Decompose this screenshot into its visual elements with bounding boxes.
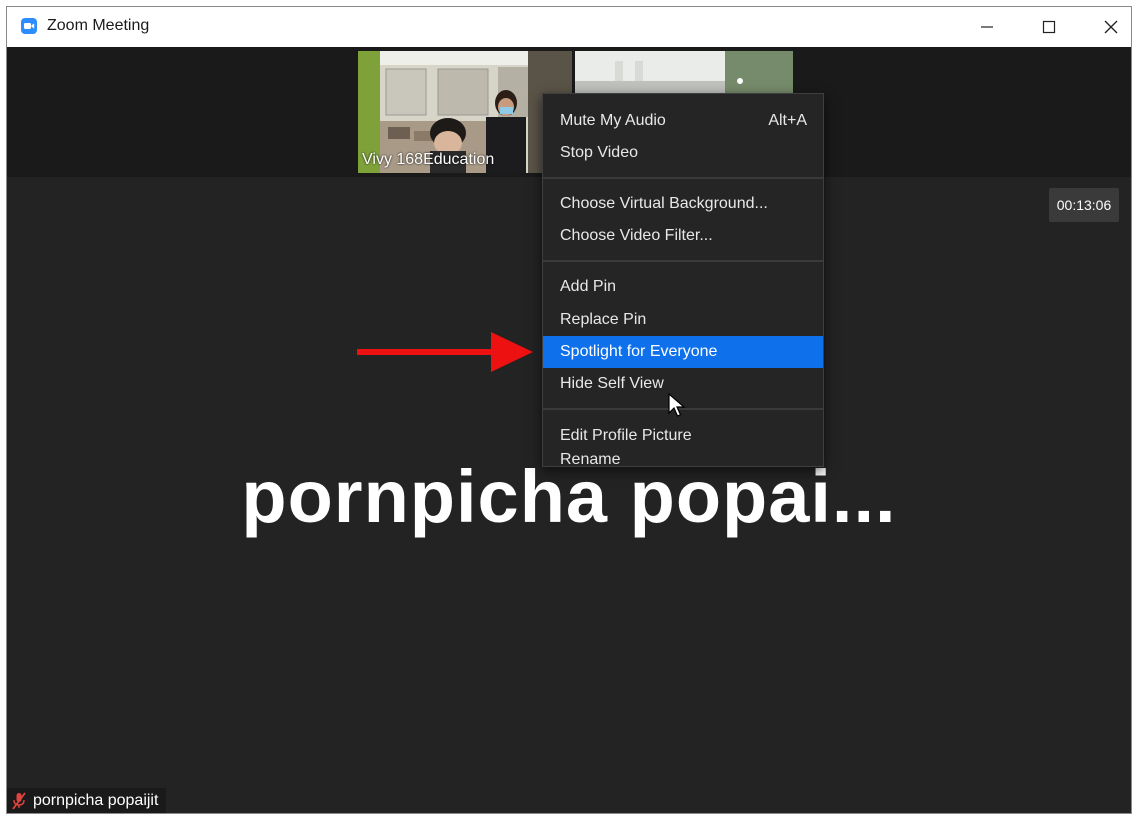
menu-item-label: Replace Pin xyxy=(560,311,647,328)
menu-item-label: Stop Video xyxy=(560,144,638,161)
participant-name-text: pornpicha popaijit xyxy=(33,791,159,809)
menu-item-label: Hide Self View xyxy=(560,375,664,392)
menu-item-mute-my-audio[interactable]: Mute My Audio Alt+A xyxy=(543,105,823,137)
menu-separator xyxy=(543,177,823,179)
participant-name: Vivy 168Education xyxy=(362,151,495,168)
maximize-button[interactable] xyxy=(1019,7,1079,47)
close-button[interactable] xyxy=(1081,7,1131,47)
menu-item-stop-video[interactable]: Stop Video xyxy=(543,137,823,169)
menu-item-label: Edit Profile Picture xyxy=(560,427,692,444)
menu-item-choose-virtual-background[interactable]: Choose Virtual Background... xyxy=(543,188,823,220)
minimize-button[interactable] xyxy=(957,7,1017,47)
menu-item-label: Choose Video Filter... xyxy=(560,227,713,244)
menu-item-label: Choose Virtual Background... xyxy=(560,195,768,212)
maximize-icon xyxy=(1042,20,1056,34)
menu-item-add-pin[interactable]: Add Pin xyxy=(543,271,823,303)
participant-name-label: pornpicha popaijit xyxy=(7,788,167,813)
muted-mic-icon xyxy=(12,791,26,810)
close-icon xyxy=(1104,20,1118,34)
menu-item-edit-profile-picture[interactable]: Edit Profile Picture xyxy=(543,420,823,452)
minimize-icon xyxy=(981,26,993,28)
zoom-camera-icon xyxy=(21,18,37,34)
menu-item-label: Mute My Audio xyxy=(560,112,666,129)
window-title: Zoom Meeting xyxy=(47,17,150,34)
menu-item-label: Add Pin xyxy=(560,278,617,295)
meeting-timer: 00:13:06 xyxy=(1049,188,1119,222)
video-thumbnail[interactable]: Vivy 168Education xyxy=(358,51,572,173)
menu-item-label: Spotlight for Everyone xyxy=(560,343,718,360)
mouse-cursor-icon xyxy=(668,393,686,417)
title-bar[interactable]: Zoom Meeting xyxy=(7,7,1131,47)
menu-item-choose-video-filter[interactable]: Choose Video Filter... xyxy=(543,220,823,252)
menu-item-shortcut: Alt+A xyxy=(768,112,807,129)
menu-item-label: Rename xyxy=(560,451,621,468)
menu-item-replace-pin[interactable]: Replace Pin xyxy=(543,304,823,336)
menu-item-spotlight-for-everyone[interactable]: Spotlight for Everyone xyxy=(543,336,823,368)
menu-separator xyxy=(543,260,823,262)
meeting-stage: Vivy 168Education 00:13:06 pornpicha pop… xyxy=(7,47,1131,813)
zoom-meeting-window: Zoom Meeting Vivy 168Education 00:13:06 … xyxy=(6,6,1132,814)
red-arrow-icon xyxy=(357,332,533,372)
menu-item-rename[interactable]: Rename xyxy=(543,451,823,468)
